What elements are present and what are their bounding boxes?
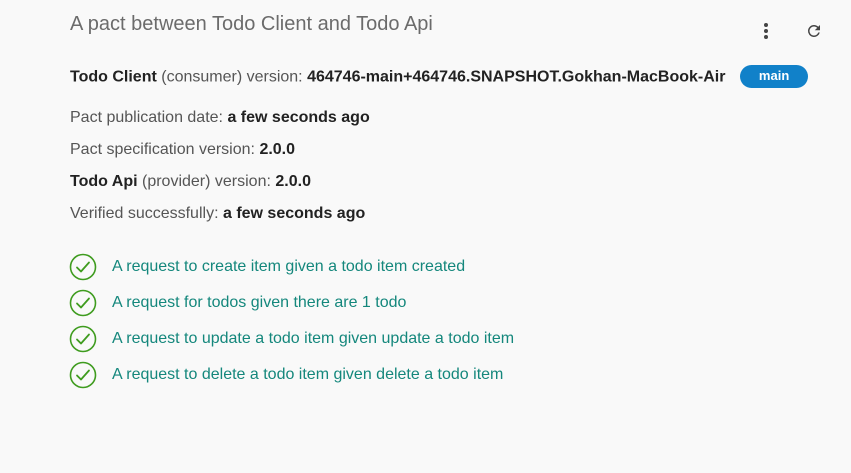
publication-date-value: a few seconds ago bbox=[227, 109, 370, 126]
branch-badge[interactable]: main bbox=[739, 65, 809, 88]
verification-label: Verified successfully: bbox=[70, 205, 219, 222]
interaction-link[interactable]: A request to delete a todo item given de… bbox=[112, 366, 503, 384]
interaction-list: A request to create item given a todo it… bbox=[69, 253, 514, 397]
refresh-button[interactable] bbox=[801, 18, 827, 44]
list-item: A request to create item given a todo it… bbox=[69, 253, 514, 281]
verification-value: a few seconds ago bbox=[222, 205, 366, 222]
consumer-name: Todo Client bbox=[70, 68, 157, 86]
specification-version-value: 2.0.0 bbox=[259, 141, 296, 158]
check-circle-icon bbox=[69, 289, 97, 317]
verification-line: Verified successfully: a few seconds ago bbox=[70, 204, 365, 224]
check-circle-icon bbox=[69, 325, 97, 353]
provider-version: 2.0.0 bbox=[275, 173, 311, 190]
publication-date-label: Pact publication date: bbox=[70, 109, 223, 126]
check-circle-icon bbox=[69, 253, 97, 281]
pact-card: A pact between Todo Client and Todo Api … bbox=[0, 0, 851, 473]
list-item: A request for todos given there are 1 to… bbox=[69, 289, 514, 317]
interaction-link[interactable]: A request to update a todo item given up… bbox=[112, 330, 514, 348]
specification-version-label: Pact specification version: bbox=[70, 141, 255, 158]
provider-role-label: (provider) version: bbox=[141, 173, 271, 190]
consumer-version: 464746-main+464746.SNAPSHOT.Gokhan-MacBo… bbox=[307, 68, 726, 86]
interaction-link[interactable]: A request for todos given there are 1 to… bbox=[112, 294, 406, 312]
list-item: A request to update a todo item given up… bbox=[69, 325, 514, 353]
provider-version-line: Todo Api (provider) version: 2.0.0 bbox=[70, 172, 311, 192]
publication-date-line: Pact publication date: a few seconds ago bbox=[70, 108, 370, 128]
check-circle-icon bbox=[69, 361, 97, 389]
consumer-version-line: Todo Client (consumer) version: 464746-m… bbox=[70, 65, 809, 89]
more-vertical-icon bbox=[764, 23, 768, 39]
more-options-button[interactable] bbox=[753, 18, 779, 44]
consumer-role-label: (consumer) version: bbox=[161, 68, 303, 86]
refresh-icon bbox=[807, 24, 820, 37]
list-item: A request to delete a todo item given de… bbox=[69, 361, 514, 389]
page-title: A pact between Todo Client and Todo Api bbox=[70, 13, 433, 35]
specification-version-line: Pact specification version: 2.0.0 bbox=[70, 140, 295, 160]
interaction-link[interactable]: A request to create item given a todo it… bbox=[112, 258, 465, 276]
provider-name: Todo Api bbox=[70, 173, 138, 190]
